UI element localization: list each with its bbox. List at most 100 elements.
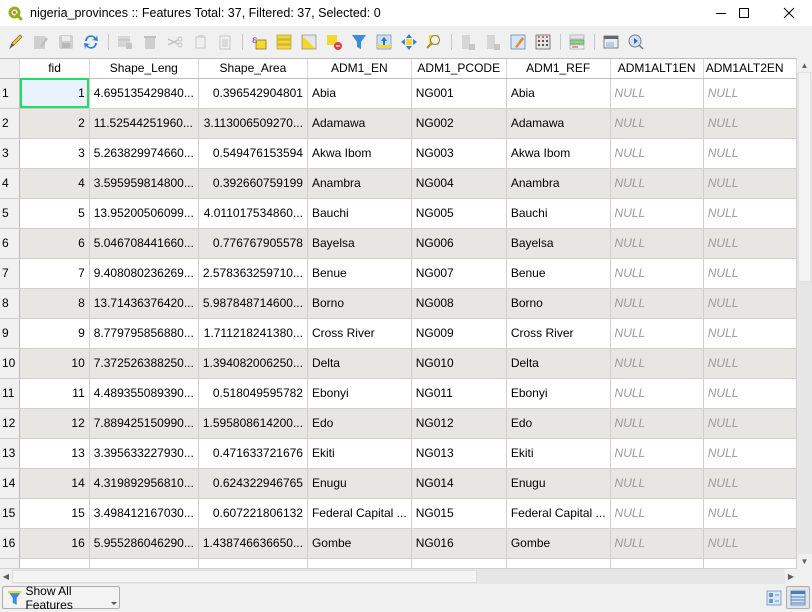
cell-adm1alt1en[interactable]: NULL	[610, 198, 704, 229]
cell-adm1-en[interactable]: Bauchi	[307, 198, 412, 229]
table-row[interactable]: 9 9 8.779795856880... 1.711218241380... Cros…	[0, 318, 797, 349]
table-row[interactable]: 11 11 4.489355089390... 0.518049595782 Ebony…	[0, 378, 797, 409]
cell-shape-area[interactable]: 4.011017534860...	[198, 198, 308, 229]
select-all-button[interactable]	[272, 30, 296, 54]
table-row[interactable]: 4 4 3.595959814800... 0.392660759199 Anambra…	[0, 168, 797, 199]
cell-adm1-pcode[interactable]: NG014	[411, 468, 507, 499]
table-row[interactable]: 12 12 7.889425150990... 1.595808614200... Ed…	[0, 408, 797, 439]
delete-field-button[interactable]	[481, 30, 505, 54]
cell-adm1alt1en[interactable]: NULL	[610, 228, 704, 259]
scroll-up-arrow-icon[interactable]: ▲	[797, 58, 812, 72]
cell-adm1-pcode[interactable]: NG003	[411, 138, 507, 169]
cell-shape-leng[interactable]: 5.046708441660...	[89, 228, 199, 259]
table-row[interactable]: 13 13 3.395633227930... 0.471633721676 Ekiti…	[0, 438, 797, 469]
cell-shape-area[interactable]: 0.471633721676	[198, 438, 308, 469]
cell-adm1alt1en[interactable]: NULL	[610, 78, 704, 109]
cell-fid[interactable]: 12	[19, 408, 90, 439]
column-header-adm1-pcode[interactable]: ADM1_PCODE	[411, 59, 507, 79]
cell-adm1alt2en[interactable]: NULL	[703, 78, 797, 109]
cell-fid[interactable]: 7	[19, 258, 90, 289]
cell-shape-leng[interactable]: 3.595959814800...	[89, 168, 199, 199]
table-row[interactable]: 16 16 5.955286046290... 1.438746636650... Go…	[0, 528, 797, 559]
cell-adm1alt2en[interactable]: NULL	[703, 288, 797, 319]
cell-fid[interactable]: 15	[19, 498, 90, 529]
cell-adm1-ref[interactable]: Ekiti	[506, 438, 611, 469]
cell-adm1-en[interactable]: Federal Capital ...	[307, 498, 412, 529]
cell-adm1-ref[interactable]: Borno	[506, 288, 611, 319]
table-view-button[interactable]	[786, 586, 810, 609]
table-row[interactable]: 1717 NULLNULL	[0, 558, 797, 568]
row-header[interactable]: 15	[0, 498, 21, 529]
vertical-scroll-handle[interactable]	[798, 72, 811, 282]
form-view-button[interactable]	[762, 586, 786, 609]
horizontal-scroll-handle[interactable]	[12, 570, 477, 583]
horizontal-scrollbar[interactable]: ◀ ▶	[0, 568, 797, 584]
cell-shape-area[interactable]: 0.549476153594	[198, 138, 308, 169]
cell-adm1-en[interactable]: Abia	[307, 78, 412, 109]
cell-fid[interactable]: 4	[19, 168, 90, 199]
cell-adm1alt1en[interactable]: NULL	[610, 378, 704, 409]
cell-adm1alt2en[interactable]: NULL	[703, 198, 797, 229]
cell-adm1-en[interactable]: Benue	[307, 258, 412, 289]
cell-adm1-pcode[interactable]: NG012	[411, 408, 507, 439]
cell-adm1-pcode[interactable]: NG001	[411, 78, 507, 109]
cell-adm1alt2en[interactable]: NULL	[703, 318, 797, 349]
table-row[interactable]: 7 7 9.408080236269... 2.578363259710... Benu…	[0, 258, 797, 289]
cell-fid[interactable]: 5	[19, 198, 90, 229]
cell-adm1alt2en[interactable]: NULL	[703, 258, 797, 289]
row-header[interactable]: 7	[0, 258, 21, 289]
cell-shape-area[interactable]: 0.624322946765	[198, 468, 308, 499]
cell-adm1-en[interactable]: Borno	[307, 288, 412, 319]
cell-shape-area[interactable]: 1.394082006250...	[198, 348, 308, 379]
column-header-adm1alt2en[interactable]: ADM1ALT2EN	[703, 59, 797, 79]
cell-adm1-pcode[interactable]: NG011	[411, 378, 507, 409]
cell-shape-leng[interactable]: 5.263829974660...	[89, 138, 199, 169]
cell-adm1alt1en[interactable]: NULL	[610, 108, 704, 139]
row-header[interactable]: 12	[0, 408, 21, 439]
cell-adm1alt2en[interactable]: NULL	[703, 528, 797, 559]
cell-adm1-ref[interactable]: Enugu	[506, 468, 611, 499]
table-row[interactable]: 5 5 13.95200506099... 4.011017534860... Bauc…	[0, 198, 797, 229]
cell-fid[interactable]: 10	[19, 348, 90, 379]
actions-button[interactable]	[624, 30, 648, 54]
cell-adm1-ref[interactable]: Cross River	[506, 318, 611, 349]
invert-selection-button[interactable]	[297, 30, 321, 54]
organize-columns-button[interactable]	[506, 30, 530, 54]
cell-fid[interactable]: 13	[19, 438, 90, 469]
row-header[interactable]: 17	[0, 558, 21, 568]
cell-adm1alt1en[interactable]: NULL	[610, 138, 704, 169]
add-feature-button[interactable]	[113, 30, 137, 54]
cell-shape-leng[interactable]: 11.52544251960...	[89, 108, 199, 139]
cell-adm1alt2en[interactable]: NULL	[703, 498, 797, 529]
cell-adm1-en[interactable]: Edo	[307, 408, 412, 439]
maximize-button[interactable]	[721, 0, 767, 26]
table-row[interactable]: 6 6 5.046708441660... 0.776767905578 Bayelsa…	[0, 228, 797, 259]
cell-adm1-ref[interactable]: Abia	[506, 78, 611, 109]
scroll-left-arrow-icon[interactable]: ◀	[0, 569, 12, 584]
cell-shape-leng[interactable]: 3.498412167030...	[89, 498, 199, 529]
cell-adm1alt1en[interactable]: NULL	[610, 558, 704, 568]
cell-fid[interactable]: 14	[19, 468, 90, 499]
cell-adm1-en[interactable]: Gombe	[307, 528, 412, 559]
toggle-editing-button[interactable]	[4, 30, 28, 54]
cell-adm1-ref[interactable]: Ebonyi	[506, 378, 611, 409]
cell-adm1-en[interactable]: Cross River	[307, 318, 412, 349]
column-header-shape-leng[interactable]: Shape_Leng	[89, 59, 199, 79]
cell-adm1-en[interactable]: Ebonyi	[307, 378, 412, 409]
cell-adm1-ref[interactable]: Delta	[506, 348, 611, 379]
cell-adm1-ref[interactable]: Benue	[506, 258, 611, 289]
cell-shape-area[interactable]: 0.518049595782	[198, 378, 308, 409]
row-header[interactable]: 11	[0, 378, 21, 409]
cell-adm1alt1en[interactable]: NULL	[610, 318, 704, 349]
field-calculator-button[interactable]	[531, 30, 555, 54]
cell-adm1-en[interactable]: Anambra	[307, 168, 412, 199]
cell-shape-leng[interactable]: 7.372526388250...	[89, 348, 199, 379]
cell-shape-leng[interactable]: 13.71436376420...	[89, 288, 199, 319]
reload-button[interactable]	[79, 30, 103, 54]
scroll-right-arrow-icon[interactable]: ▶	[785, 569, 797, 584]
cell-fid[interactable]: 9	[19, 318, 90, 349]
cell-shape-leng[interactable]: 4.695135429840...	[89, 78, 199, 109]
row-header[interactable]: 9	[0, 318, 21, 349]
table-row[interactable]: 15 15 3.498412167030... 0.607221806132 Feder…	[0, 498, 797, 529]
cell-adm1-pcode[interactable]: NG007	[411, 258, 507, 289]
